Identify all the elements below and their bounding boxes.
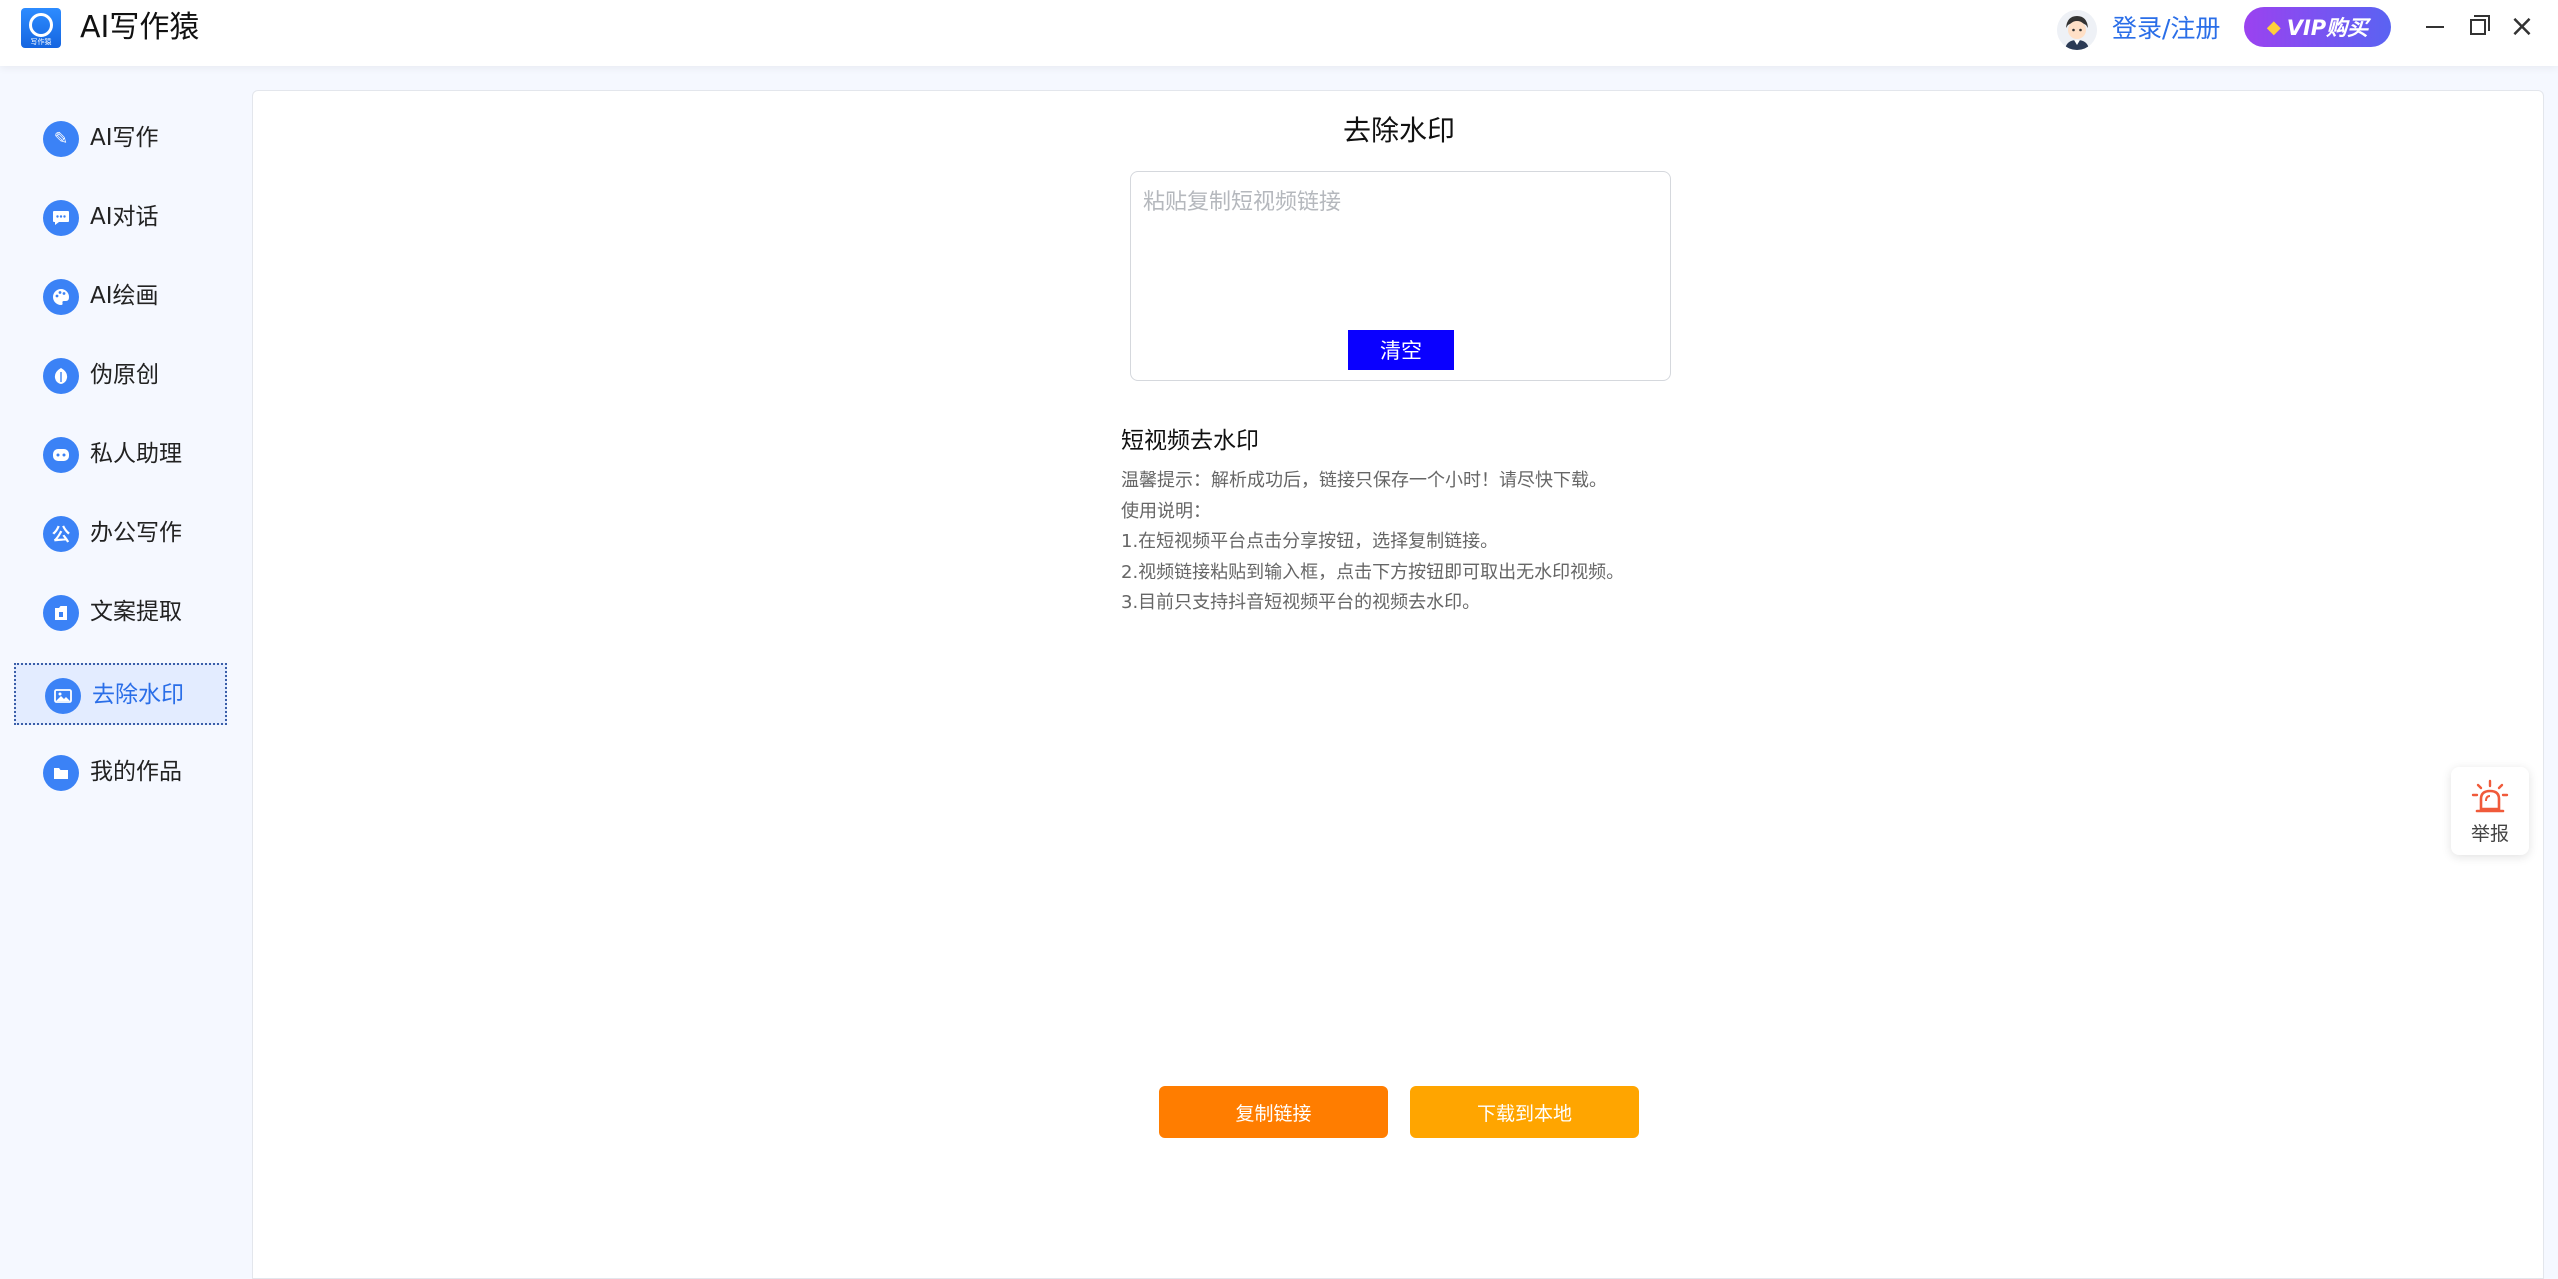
login-register-link[interactable]: 登录/注册: [2112, 12, 2220, 46]
user-avatar-icon: [2057, 10, 2097, 50]
instruction-line: 使用说明：: [1121, 500, 1211, 522]
instruction-line: 3.目前只支持抖音短视频平台的视频去水印。: [1121, 592, 1481, 613]
app-logo: 写作猿: [21, 8, 61, 48]
app-logo-text: 写作猿: [30, 38, 52, 46]
sidebar-item-copy-extract[interactable]: 文案提取: [14, 582, 227, 644]
sidebar-item-remove-watermark[interactable]: 去除水印: [14, 663, 227, 725]
sidebar-item-my-works[interactable]: 我的作品: [14, 742, 227, 804]
sidebar-item-office-writing[interactable]: 公 办公写作: [14, 503, 227, 565]
sidebar-item-label: 伪原创: [90, 362, 159, 388]
instructions: 短视频去水印 温馨提示：解析成功后，链接只保存一个小时！请尽快下载。 使用说明：…: [1121, 424, 1821, 619]
title-bar: 写作猿 AI写作猿 登录/注册 ◆ VIP购买 ×: [0, 0, 2558, 66]
instructions-title: 短视频去水印: [1121, 428, 1259, 454]
clear-button[interactable]: 清空: [1348, 330, 1454, 370]
alarm-icon: [2471, 779, 2509, 813]
sidebar-item-label: AI绘画: [90, 283, 159, 309]
sidebar-item-label: 文案提取: [90, 599, 182, 625]
sidebar-item-ai-painting[interactable]: AI绘画: [14, 266, 227, 328]
minimize-button[interactable]: [2420, 12, 2450, 42]
download-local-button[interactable]: 下载到本地: [1410, 1086, 1639, 1138]
close-icon: ×: [2509, 9, 2535, 44]
sidebar: ✎ AI写作 AI对话 AI绘画 伪原创 私人助理 公 办公写作 文案提取 去除…: [0, 66, 245, 1279]
report-label: 举报: [2470, 823, 2509, 845]
palette-icon: [43, 279, 79, 315]
instruction-line: 2.视频链接粘贴到输入框，点击下方按钮即可取出无水印视频。: [1121, 561, 1625, 583]
maximize-button[interactable]: [2463, 12, 2493, 42]
sidebar-item-personal-assistant[interactable]: 私人助理: [14, 424, 227, 486]
extract-icon: [43, 595, 79, 631]
pencil-icon: ✎: [43, 121, 79, 157]
sidebar-item-label: AI对话: [90, 204, 159, 230]
sidebar-item-label: 办公写作: [90, 520, 182, 546]
office-icon: 公: [43, 516, 79, 552]
video-link-input[interactable]: [1143, 184, 1658, 324]
sidebar-item-label: 私人助理: [90, 441, 182, 467]
instruction-line: 1.在短视频平台点击分享按钮，选择复制链接。: [1121, 531, 1499, 552]
avatar[interactable]: [2057, 10, 2097, 50]
link-input-box: 清空: [1130, 171, 1671, 381]
folder-icon: [43, 755, 79, 791]
chat-icon: [43, 200, 79, 236]
assistant-icon: [43, 437, 79, 473]
sidebar-item-ai-writing[interactable]: ✎ AI写作: [14, 108, 227, 170]
diamond-icon: ◆: [2266, 16, 2281, 38]
sidebar-item-ai-chat[interactable]: AI对话: [14, 187, 227, 249]
copy-link-button[interactable]: 复制链接: [1159, 1086, 1388, 1138]
vip-purchase-button[interactable]: ◆ VIP购买: [2244, 7, 2391, 47]
page-title: 去除水印: [1342, 114, 1455, 147]
sidebar-item-label: 我的作品: [90, 759, 182, 785]
close-button[interactable]: ×: [2507, 12, 2537, 42]
app-title: AI写作猿: [80, 10, 200, 45]
main-panel: 去除水印 清空 短视频去水印 温馨提示：解析成功后，链接只保存一个小时！请尽快下…: [252, 90, 2544, 1279]
vip-purchase-label: VIP购买: [2286, 16, 2369, 40]
sidebar-item-pseudo-original[interactable]: 伪原创: [14, 345, 227, 407]
instruction-line: 温馨提示：解析成功后，链接只保存一个小时！请尽快下载。: [1121, 470, 1607, 491]
minimize-icon: [2426, 26, 2444, 28]
image-icon: [45, 678, 81, 714]
restore-icon: [2470, 15, 2490, 35]
leaf-icon: [43, 358, 79, 394]
sidebar-item-label: AI写作: [90, 125, 159, 151]
report-button[interactable]: 举报: [2451, 767, 2529, 855]
sidebar-item-label: 去除水印: [92, 682, 184, 708]
